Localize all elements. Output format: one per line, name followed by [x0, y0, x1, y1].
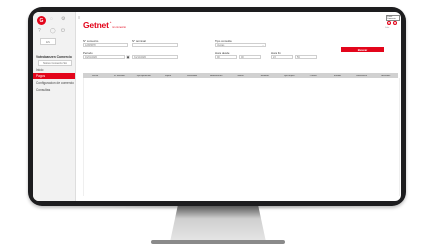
column-header[interactable]: Cuotas — [301, 75, 325, 77]
search-button[interactable]: Buscar — [341, 47, 384, 52]
column-header[interactable]: Referencia — [350, 75, 374, 77]
sidebar-item-consultas[interactable]: Consultas — [33, 87, 75, 93]
user-circle-icon[interactable]: • — [393, 21, 397, 25]
column-header[interactable]: N° terminal — [107, 75, 131, 77]
help-icon[interactable]: ? — [38, 28, 41, 34]
calendar-icon[interactable]: ▦ — [126, 55, 130, 59]
menu-icon[interactable]: ≡ — [78, 15, 80, 20]
periodo-from-input[interactable]: 01/01/2020 — [83, 55, 125, 59]
column-header[interactable]: Tarjeta — [156, 75, 180, 77]
periodo-to-input[interactable]: 31/12/2020 — [132, 55, 178, 59]
company-select[interactable]: Notrex Comercio SA — [38, 60, 72, 66]
column-header[interactable]: Monto — [228, 75, 252, 77]
monitor-stand-base — [151, 240, 285, 244]
hora-fin-hh[interactable]: 23 — [271, 55, 293, 59]
monitor-stand-neck — [170, 206, 266, 242]
sidebar-item-label: Configuracion de comercio — [36, 81, 74, 85]
column-header[interactable]: Tipo tarjeta — [277, 75, 301, 77]
sidebar-item-label: Pagos — [36, 74, 46, 78]
sidebar-item-label: Consultas — [36, 88, 51, 92]
sidebar-item-label: Inicio — [36, 68, 44, 72]
brand-plus: + — [109, 20, 112, 24]
comercio-input[interactable]: 12345678 — [83, 43, 128, 47]
hora-fin-mm[interactable]: 59 — [295, 55, 317, 59]
settings-icon[interactable]: ⚙ — [61, 16, 65, 22]
column-header[interactable]: Resultado — [180, 75, 204, 77]
column-header[interactable]: Tipo operacion — [131, 75, 155, 77]
tipo-consulta-select[interactable]: Ventas ⌄ — [215, 43, 266, 47]
terminal-input[interactable] — [132, 43, 178, 47]
table-body — [83, 78, 400, 196]
logout-link[interactable]: Salir — [385, 27, 389, 29]
sidebar-item-pagos[interactable]: Pagos — [33, 73, 75, 79]
main-content: ≡ Getnet+ mi comercio Portal Comercio + … — [75, 12, 401, 201]
column-header[interactable]: Acciones — [374, 75, 398, 77]
tipo-consulta-value: Ventas — [217, 43, 225, 47]
logout-icon[interactable]: ⏻ — [61, 28, 65, 34]
language-select[interactable]: ES — [40, 38, 56, 45]
user-avatar[interactable]: G — [37, 16, 46, 25]
brand-subtitle: mi comercio — [112, 26, 126, 29]
column-header[interactable]: Moneda — [253, 75, 277, 77]
column-header[interactable]: Autorizacion — [204, 75, 228, 77]
user-icon[interactable]: ◯ — [50, 28, 56, 34]
add-icon[interactable]: + — [387, 21, 391, 25]
column-header[interactable]: Fecha — [83, 75, 107, 77]
company-name: Votrobanzen Comercio — [36, 55, 72, 59]
sidebar: G ◌ ⚙ ? ◯ ⏻ ES Votrobanzen Comercio Notr… — [33, 12, 76, 201]
sidebar-item-configuracion[interactable]: Configuracion de comercio — [33, 80, 75, 86]
hora-desde-hh[interactable]: 00 — [215, 55, 237, 59]
column-header[interactable]: Estado — [325, 75, 349, 77]
brand-name: Getnet — [83, 20, 109, 30]
monitor-screen: G ◌ ⚙ ? ◯ ⏻ ES Votrobanzen Comercio Notr… — [33, 12, 401, 201]
hora-desde-mm[interactable]: 00 — [239, 55, 261, 59]
notification-icon[interactable]: ◌ — [50, 16, 53, 22]
brand-logo: Getnet+ — [83, 20, 111, 30]
chevron-down-icon: ⌄ — [261, 43, 264, 47]
